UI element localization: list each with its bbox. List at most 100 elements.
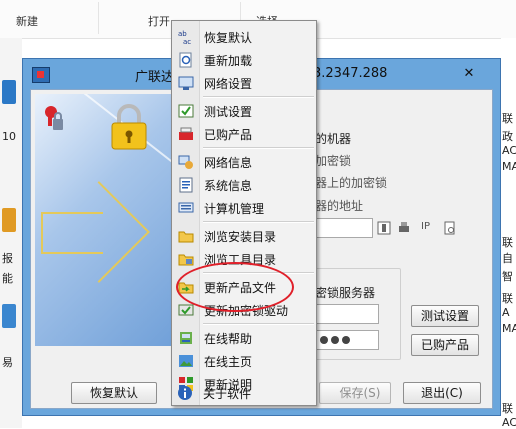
desktop-left-strip: 10 报 能 易 (0, 38, 22, 428)
menu-item-label: 更新加密锁驱动 (204, 304, 289, 318)
purchased-products-button[interactable]: 已购产品 (411, 334, 479, 356)
option-local-lock[interactable]: 加密锁 (315, 152, 351, 169)
desktop-app-icon[interactable] (2, 80, 16, 104)
desktop-app-icon[interactable] (2, 208, 16, 232)
menu-item-label: 更新产品文件 (204, 281, 277, 295)
ip-label: IP (421, 221, 430, 232)
network-settings-icon (178, 76, 194, 90)
menu-item-reload[interactable]: 重新加载 (173, 48, 315, 71)
menu-separator (203, 147, 314, 149)
desktop-label: 报 (2, 252, 13, 265)
menu-item-label: 网络设置 (204, 77, 253, 91)
update-driver-icon (178, 304, 194, 316)
menu-separator (203, 96, 314, 98)
desktop-label: 联 (502, 112, 513, 125)
menu-item-label: 在线帮助 (204, 332, 253, 346)
desktop-label: A (502, 306, 510, 319)
machine-heading: 的机器 (315, 132, 352, 146)
menu-item-network-settings[interactable]: 网络设置 (173, 71, 315, 94)
abc-icon: abac (178, 30, 191, 45)
menu-item-label: 关于软件 (203, 387, 252, 401)
menu-item-label: 系统信息 (204, 179, 253, 193)
banner-arrow (48, 181, 150, 283)
menu-item-purchased-products[interactable]: 已购产品 (173, 122, 315, 145)
desktop-label: 智 (502, 270, 513, 283)
desktop-label: 联 (502, 402, 513, 415)
menu-separator (203, 272, 314, 274)
medal-lock-icon (45, 106, 63, 130)
products-icon (179, 127, 193, 140)
password-dot (331, 336, 339, 344)
info-icon (178, 386, 192, 400)
menu-item-browse-install-dir[interactable]: 浏览安装目录 (173, 224, 315, 247)
server-password-input[interactable] (315, 330, 379, 350)
server-name-input[interactable] (315, 304, 379, 324)
desktop-app-icon[interactable] (2, 304, 16, 328)
svg-text:ac: ac (183, 38, 191, 45)
restore-default-button[interactable]: 恢复默认 (71, 382, 157, 404)
ribbon-separator (98, 2, 99, 34)
menu-item-about-software[interactable]: 关于软件 (172, 381, 314, 404)
padlock-icon (111, 104, 147, 150)
menu-item-system-info[interactable]: 系统信息 (173, 173, 315, 196)
window-title: 广联达 (135, 70, 175, 85)
password-dot (320, 336, 328, 344)
menu-separator (203, 221, 314, 223)
desktop-label: AC (502, 144, 516, 157)
server-address-input[interactable] (315, 218, 373, 238)
update-files-icon (178, 282, 194, 294)
desktop-label: 能 (2, 272, 13, 285)
menu-item-label: 已购产品 (204, 128, 253, 142)
ribbon-open-label[interactable]: 打开 (148, 13, 170, 29)
svg-text:ab: ab (178, 30, 187, 38)
desktop-label: MA (502, 160, 516, 173)
option-server-lock[interactable]: 器上的加密锁 (315, 174, 387, 191)
network-info-icon (178, 155, 193, 169)
test-settings-button[interactable]: 测试设置 (411, 305, 479, 327)
close-icon[interactable]: ✕ (462, 67, 476, 81)
menu-item-label: 网络信息 (204, 156, 253, 170)
menu-item-online-help[interactable]: 在线帮助 (173, 326, 315, 349)
server-heading: 密锁服务器 (315, 286, 376, 300)
text-field-icon[interactable] (377, 221, 391, 235)
menu-item-browse-tools-dir[interactable]: 浏览工具目录 (173, 247, 315, 270)
menu-item-label: 浏览安装目录 (204, 230, 277, 244)
test-icon (178, 104, 194, 118)
menu-item-label: 测试设置 (204, 105, 253, 119)
app-icon[interactable] (32, 67, 50, 83)
menu-separator (203, 323, 314, 325)
document-search-icon[interactable] (443, 221, 457, 235)
desktop-label: AC (502, 416, 516, 429)
help-icon (180, 332, 192, 344)
desktop-label: 政 (502, 130, 513, 143)
menu-item-network-info[interactable]: 网络信息 (173, 150, 315, 173)
system-info-icon (179, 177, 193, 193)
window-title-version: 3.2347.288 (313, 66, 388, 81)
ribbon-new-label[interactable]: 新建 (16, 13, 38, 29)
context-menu: ab ac 恢复默认 重新加载 网络设置 测试设置 已购产品 网络信息 系统信息 … (171, 20, 317, 406)
save-button[interactable]: 保存(S) (319, 382, 391, 404)
exit-button[interactable]: 退出(C) (403, 382, 481, 404)
menu-item-test-settings[interactable]: 测试设置 (173, 99, 315, 122)
desktop-label: 联 (502, 236, 513, 249)
menu-item-label: 恢复默认 (204, 31, 253, 45)
menu-item-computer-management[interactable]: 计算机管理 (173, 196, 315, 219)
menu-item-label: 浏览工具目录 (204, 253, 277, 267)
menu-item-restore-default[interactable]: ab ac 恢复默认 (173, 25, 315, 48)
folder-tools-icon (178, 254, 194, 266)
password-dot (342, 336, 350, 344)
menu-item-online-home[interactable]: 在线主页 (173, 349, 315, 372)
menu-item-label: 计算机管理 (204, 202, 265, 216)
desktop-label: 自 (502, 252, 513, 265)
desktop-label: 联 (502, 292, 513, 305)
folder-icon (178, 231, 194, 243)
desktop-label: 易 (2, 356, 13, 369)
printer-icon[interactable] (397, 221, 411, 235)
desktop-right-strip: 联 政 AC MA 联 自 智 联 A MA 联 AC (501, 38, 516, 429)
menu-item-update-product-files[interactable]: 更新产品文件 (173, 275, 315, 298)
reload-icon (179, 52, 192, 68)
desktop-label: MA (502, 322, 516, 335)
option-server-address[interactable]: 器的地址 (315, 197, 363, 214)
menu-item-update-lock-driver[interactable]: 更新加密锁驱动 (173, 298, 315, 321)
menu-item-label: 重新加载 (204, 54, 253, 68)
